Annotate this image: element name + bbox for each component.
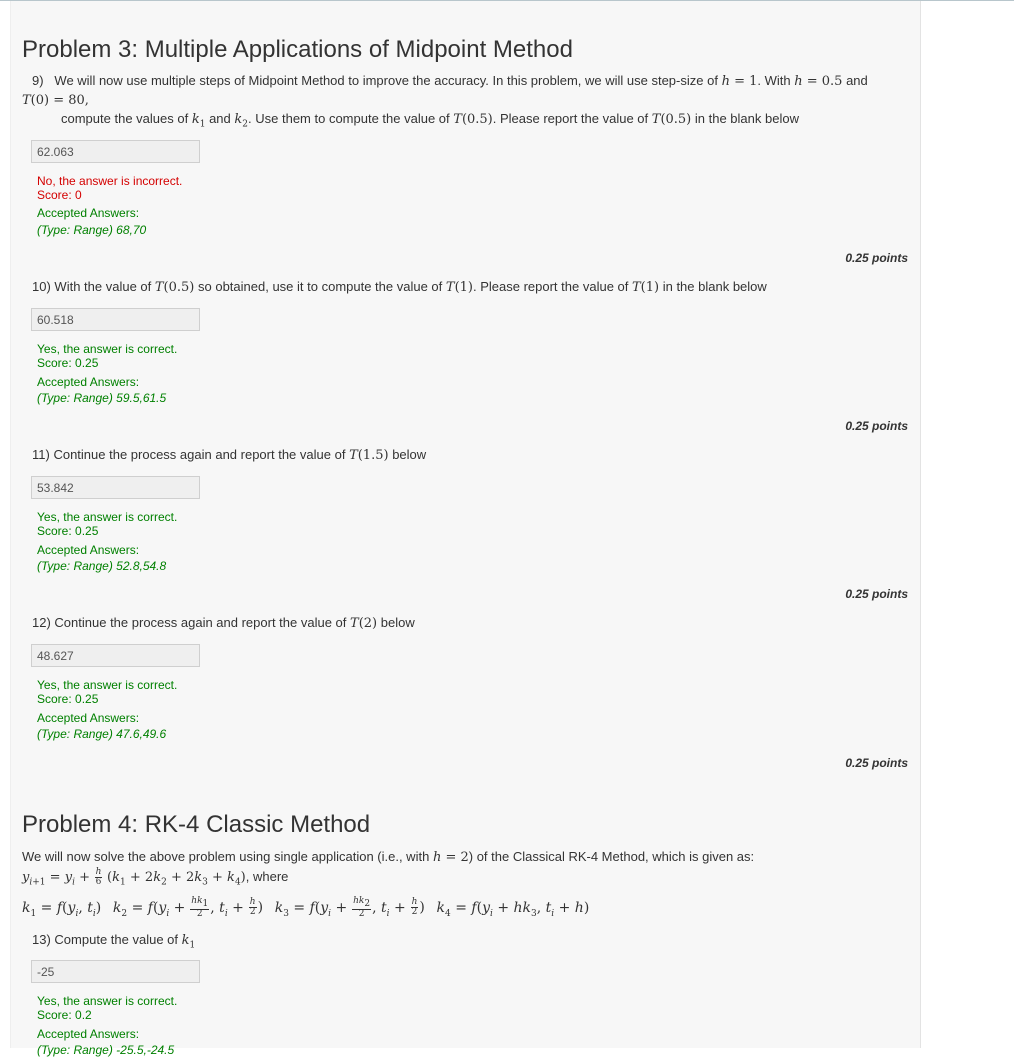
feedback-9-score: Score: 0 <box>37 188 82 202</box>
accepted-11-label: Accepted Answers: <box>37 543 140 557</box>
question-10-text: 10) With the value of T(0.5) so obtained… <box>32 279 767 295</box>
accepted-13-range: (Type: Range) -25.5,-24.5 <box>37 1043 175 1057</box>
accepted-9-range: (Type: Range) 68,70 <box>37 223 147 237</box>
points-12: 0.25 points <box>845 756 908 770</box>
points-11: 0.25 points <box>845 587 908 601</box>
rk4-formula: yi+1 = yi + h6 (k1 + 2k2 + 2k3 + k4), wh… <box>22 867 289 888</box>
accepted-10-range: (Type: Range) 59.5,61.5 <box>37 391 167 405</box>
question-13-text: 13) Compute the value of k1 <box>32 932 196 951</box>
accepted-11-range: (Type: Range) 52.8,54.8 <box>37 559 167 573</box>
feedback-11-score: Score: 0.25 <box>37 524 99 538</box>
feedback-9-status: No, the answer is incorrect. <box>37 174 183 188</box>
feedback-11-status: Yes, the answer is correct. <box>37 510 178 524</box>
points-10: 0.25 points <box>845 419 908 433</box>
question-9-line-2: T(0) = 80, <box>22 93 89 108</box>
problem-3-title: Problem 3: Multiple Applications of Midp… <box>22 36 573 63</box>
question-12-text: 12) Continue the process again and repor… <box>32 615 415 631</box>
answer-9-field[interactable]: 62.063 <box>31 140 200 163</box>
feedback-13-status: Yes, the answer is correct. <box>37 994 178 1008</box>
points-9: 0.25 points <box>845 251 908 265</box>
accepted-12-label: Accepted Answers: <box>37 711 140 725</box>
problem-4-intro: We will now solve the above problem usin… <box>22 849 755 865</box>
question-9-line-3: compute the values of k1 and k2. Use the… <box>61 111 799 130</box>
feedback-12-status: Yes, the answer is correct. <box>37 678 178 692</box>
feedback-10-score: Score: 0.25 <box>37 356 99 370</box>
answer-11-field[interactable]: 53.842 <box>31 476 200 499</box>
question-11-text: 11) Continue the process again and repor… <box>32 447 427 463</box>
feedback-13-score: Score: 0.2 <box>37 1008 92 1022</box>
rk4-k-definitions: k1 = f(yi, ti) k2 = f(yi + hk1 2, ti + h2… <box>22 896 590 919</box>
accepted-9-label: Accepted Answers: <box>37 206 140 220</box>
question-9-line-1: 9) We will now use multiple steps of Mid… <box>32 73 868 89</box>
answer-12-field[interactable]: 48.627 <box>31 644 200 667</box>
accepted-12-range: (Type: Range) 47.6,49.6 <box>37 727 167 741</box>
problem-4-title: Problem 4: RK-4 Classic Method <box>22 811 371 838</box>
accepted-10-label: Accepted Answers: <box>37 375 140 389</box>
answer-13-field[interactable]: -25 <box>31 960 200 983</box>
feedback-10-status: Yes, the answer is correct. <box>37 342 178 356</box>
accepted-13-label: Accepted Answers: <box>37 1027 140 1041</box>
feedback-12-score: Score: 0.25 <box>37 692 99 706</box>
answer-10-field[interactable]: 60.518 <box>31 308 200 331</box>
